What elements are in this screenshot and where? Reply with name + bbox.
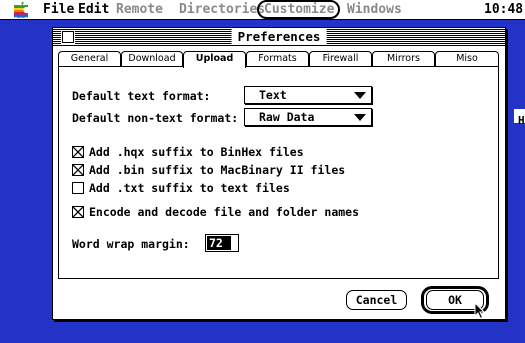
tab-mirrors[interactable]: Mirrors: [372, 51, 435, 67]
word-wrap-value: 72: [207, 236, 231, 250]
tab-general[interactable]: General: [58, 51, 121, 67]
menu-remote[interactable]: Remote: [116, 2, 163, 18]
check-x-icon: [73, 165, 83, 175]
close-box-icon[interactable]: [62, 31, 74, 43]
menu-clock: 10:48: [484, 2, 524, 17]
checkbox-hqx-suffix[interactable]: [72, 146, 84, 158]
checkbox-encode-names[interactable]: [72, 206, 84, 218]
menu-windows[interactable]: Windows: [347, 2, 402, 18]
popup-arrow-icon: [354, 92, 366, 99]
text-format-value: Text: [259, 88, 287, 102]
cancel-button[interactable]: Cancel: [346, 290, 407, 310]
menu-file[interactable]: File: [43, 2, 74, 18]
tab-download[interactable]: Download: [121, 51, 183, 67]
check-x-icon: [73, 207, 83, 217]
checkbox-bin-suffix[interactable]: [72, 164, 84, 176]
text-format-label: Default text format:: [72, 89, 211, 103]
menu-customize[interactable]: Customize: [264, 2, 334, 18]
menu-directories[interactable]: Directories: [179, 2, 265, 18]
tab-firewall[interactable]: Firewall: [309, 51, 372, 67]
word-wrap-input[interactable]: 72: [205, 234, 239, 252]
nontext-format-popup[interactable]: Raw Data: [244, 108, 372, 126]
word-wrap-label: Word wrap margin:: [72, 237, 190, 251]
tab-formats[interactable]: Formats: [246, 51, 309, 67]
background-window-edge: H: [514, 109, 525, 127]
hqx-suffix-label: Add .hqx suffix to BinHex files: [89, 145, 304, 159]
menu-bar: File Edit Remote Directories Customize W…: [0, 0, 525, 20]
tab-bar: General Download Upload Formats Firewall…: [58, 51, 503, 68]
nontext-format-value: Raw Data: [259, 110, 315, 124]
window-title-bar[interactable]: Preferences: [53, 28, 505, 46]
window-title: Preferences: [231, 29, 327, 44]
menu-edit[interactable]: Edit: [78, 2, 109, 18]
preferences-window: Preferences General Download Upload Form…: [52, 27, 506, 320]
tab-upload[interactable]: Upload: [183, 51, 246, 68]
bin-suffix-label: Add .bin suffix to MacBinary II files: [89, 163, 346, 177]
upload-panel: Default text format: Text Default non-te…: [58, 66, 499, 279]
tab-miso[interactable]: Miso: [435, 51, 499, 67]
check-x-icon: [73, 147, 83, 157]
txt-suffix-label: Add .txt suffix to text files: [89, 181, 290, 195]
text-format-popup[interactable]: Text: [244, 86, 372, 104]
nontext-format-label: Default non-text format:: [72, 111, 239, 125]
checkbox-txt-suffix[interactable]: [72, 182, 84, 194]
mouse-pointer-icon: [474, 302, 486, 320]
popup-arrow-icon: [354, 114, 366, 121]
encode-names-label: Encode and decode file and folder names: [89, 205, 360, 219]
apple-menu-icon[interactable]: [13, 1, 29, 18]
edge-glyph-text: H: [518, 114, 525, 127]
